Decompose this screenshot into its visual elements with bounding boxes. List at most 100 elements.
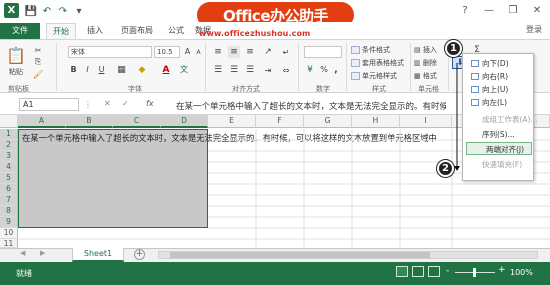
tab-insert[interactable]: 插入 xyxy=(80,23,110,39)
row-header[interactable]: 10 xyxy=(0,228,18,239)
align-bottom-icon[interactable]: ≡ xyxy=(244,46,256,58)
percent-button[interactable]: % xyxy=(318,64,330,75)
align-center-icon[interactable]: ☰ xyxy=(228,64,240,76)
format-as-table-button[interactable]: 套用表格格式 xyxy=(351,58,404,68)
copy-icon[interactable]: ⎘ xyxy=(33,57,43,67)
tab-page-layout[interactable]: 页面布局 xyxy=(115,23,159,39)
normal-view-icon[interactable] xyxy=(396,266,408,277)
scrollbar-thumb[interactable] xyxy=(170,252,430,258)
wrap-text-icon[interactable]: ↵ xyxy=(280,46,292,58)
phonetic-icon[interactable]: 文 xyxy=(178,64,190,75)
redo-icon[interactable]: ↷ xyxy=(56,4,70,18)
row-header[interactable]: 1 xyxy=(0,129,18,140)
menu-item-fill-down[interactable]: 向下(D) xyxy=(463,57,535,70)
column-header[interactable]: H xyxy=(352,115,400,128)
page-break-view-icon[interactable] xyxy=(428,266,440,277)
menu-item-fill-right[interactable]: 向右(R) xyxy=(463,70,535,83)
row-header[interactable]: 8 xyxy=(0,206,18,217)
add-sheet-button[interactable]: + xyxy=(134,249,145,260)
row-header[interactable]: 4 xyxy=(0,162,18,173)
column-header[interactable]: F xyxy=(256,115,304,128)
row-header[interactable]: 11 xyxy=(0,239,18,248)
login-link[interactable]: 登录 xyxy=(526,24,542,35)
insert-cells-button[interactable]: ▤ 插入 xyxy=(414,45,437,55)
zoom-slider-thumb[interactable] xyxy=(473,268,476,277)
row-header[interactable]: 6 xyxy=(0,184,18,195)
row-header[interactable]: 2 xyxy=(0,140,18,151)
format-cells-button[interactable]: ▦ 格式 xyxy=(414,71,437,81)
column-header[interactable]: B xyxy=(66,115,113,128)
currency-icon[interactable]: ¥ xyxy=(304,64,316,75)
format-painter-icon[interactable]: 🖌 xyxy=(33,69,43,79)
border-icon[interactable]: ▦ xyxy=(116,64,127,75)
align-left-icon[interactable]: ☰ xyxy=(212,64,224,76)
formula-input[interactable]: 在某一个单元格中输入了超长的文本时，文本是无法完全显示的。有时候， xyxy=(176,100,446,112)
indent-icon[interactable]: ⇥ xyxy=(262,64,274,76)
fx-icon[interactable]: fx xyxy=(146,99,154,108)
font-name-combo[interactable]: 宋体 xyxy=(68,46,152,58)
bold-button[interactable]: B xyxy=(68,64,79,75)
row-header[interactable]: 3 xyxy=(0,151,18,162)
comma-button[interactable]: , xyxy=(330,64,342,75)
row-header[interactable]: 7 xyxy=(0,195,18,206)
row-header[interactable]: 5 xyxy=(0,173,18,184)
paste-label[interactable]: 粘贴 xyxy=(3,67,29,77)
menu-item-justify[interactable]: 两端对齐(J) xyxy=(466,142,532,155)
font-size-combo[interactable]: 10.5 xyxy=(154,46,180,58)
help-button[interactable]: ? xyxy=(454,2,476,18)
sheet-tab-sheet1[interactable]: Sheet1 xyxy=(72,248,124,262)
shrink-font-icon[interactable]: A xyxy=(193,47,204,58)
undo-icon[interactable]: ↶ xyxy=(40,4,54,18)
select-all-corner[interactable] xyxy=(0,115,18,128)
grow-font-icon[interactable]: A xyxy=(182,46,193,57)
merge-center-icon[interactable]: ⇔ xyxy=(280,64,292,76)
sheet-nav-prev-icon[interactable]: ◀ xyxy=(20,249,25,257)
confirm-icon[interactable]: ✓ xyxy=(122,99,129,108)
tab-formulas[interactable]: 公式 xyxy=(163,23,189,39)
excel-window: X 💾 ↶ ↷ ▾ Office办公助手 ? — ❐ ✕ 文件 开始 插入 页面… xyxy=(0,0,550,285)
minimize-button[interactable]: — xyxy=(478,2,500,18)
underline-button[interactable]: U xyxy=(96,64,107,75)
menu-item-fill-up[interactable]: 向上(U) xyxy=(463,83,535,96)
cut-icon[interactable]: ✂ xyxy=(33,45,43,55)
row-header[interactable]: 9 xyxy=(0,217,18,228)
menu-item-label: 向左(L) xyxy=(482,98,508,107)
menu-item-label: 向右(R) xyxy=(482,72,509,81)
fill-color-icon[interactable]: ◆ xyxy=(136,64,148,75)
column-header[interactable]: C xyxy=(113,115,161,128)
align-top-icon[interactable]: ≡ xyxy=(212,46,224,58)
column-header[interactable]: G xyxy=(304,115,352,128)
save-icon[interactable]: 💾 xyxy=(24,4,38,18)
delete-cells-button[interactable]: ▥ 删除 xyxy=(414,58,437,68)
zoom-out-button[interactable]: - xyxy=(446,266,449,276)
cell-a1-text[interactable]: 在某一个单元格中输入了超长的文本时，文本是无法完全显示的。有时候，可以将这样的文… xyxy=(22,132,437,144)
close-button[interactable]: ✕ xyxy=(526,2,548,18)
number-format-combo[interactable] xyxy=(304,46,342,58)
menu-item-series[interactable]: 序列(S)... xyxy=(463,128,535,141)
tab-file[interactable]: 文件 xyxy=(0,23,40,39)
cell-styles-button[interactable]: 单元格样式 xyxy=(351,71,397,81)
sheet-nav-next-icon[interactable]: ▶ xyxy=(40,249,45,257)
column-header[interactable]: A xyxy=(18,115,66,128)
conditional-format-icon xyxy=(351,46,360,54)
page-layout-view-icon[interactable] xyxy=(412,266,424,277)
tab-home[interactable]: 开始 xyxy=(46,23,76,39)
italic-button[interactable]: I xyxy=(82,64,93,75)
column-header[interactable]: E xyxy=(208,115,256,128)
font-color-icon[interactable]: A xyxy=(160,64,172,75)
align-right-icon[interactable]: ☰ xyxy=(244,64,256,76)
align-middle-icon[interactable]: ≡ xyxy=(228,46,240,58)
cell-styles-label: 单元格样式 xyxy=(362,72,397,80)
column-header[interactable]: I xyxy=(400,115,452,128)
zoom-level[interactable]: 100% xyxy=(510,268,533,277)
zoom-in-button[interactable]: + xyxy=(498,265,506,275)
menu-item-fill-left[interactable]: 向左(L) xyxy=(463,96,535,109)
column-header[interactable]: D xyxy=(161,115,208,128)
paste-icon[interactable]: 📋 xyxy=(5,44,27,66)
customize-qa-icon[interactable]: ▾ xyxy=(72,4,86,18)
orientation-icon[interactable]: ↗ xyxy=(262,46,274,58)
restore-button[interactable]: ❐ xyxy=(502,2,524,18)
name-box[interactable]: A1 xyxy=(19,98,79,111)
cancel-icon[interactable]: ✕ xyxy=(104,99,111,108)
conditional-format-button[interactable]: 条件格式 xyxy=(351,45,390,55)
